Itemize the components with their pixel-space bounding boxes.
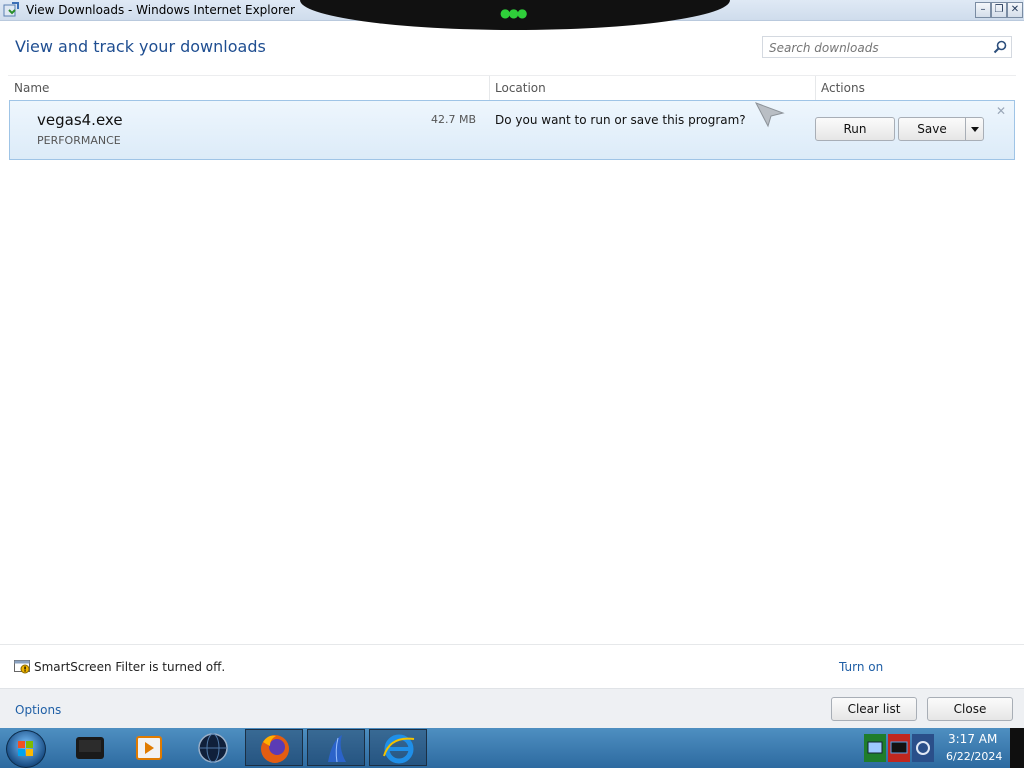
download-filename: vegas4.exe xyxy=(37,111,123,129)
media-center-icon xyxy=(76,737,104,759)
title-decoration: ●●● xyxy=(300,0,730,30)
restore-button[interactable]: ❐ xyxy=(991,2,1007,18)
cursor-arrow-icon xyxy=(755,102,785,128)
footer-bar: Options Clear list Close xyxy=(0,688,1024,729)
feather-app-icon xyxy=(328,735,346,763)
smartscreen-warning-icon xyxy=(14,660,30,674)
downloads-app-icon xyxy=(3,2,19,17)
download-prompt: Do you want to run or save this program? xyxy=(495,113,746,127)
taskbar-item-internet-explorer[interactable] xyxy=(369,729,427,766)
taskbar-item-media-player[interactable] xyxy=(120,729,178,766)
column-name[interactable]: Name xyxy=(14,81,49,95)
dismiss-icon[interactable]: ✕ xyxy=(996,104,1006,118)
start-button[interactable] xyxy=(6,730,46,768)
column-divider[interactable] xyxy=(815,76,816,100)
firefox-icon xyxy=(261,735,289,763)
windows-logo-icon xyxy=(18,741,33,756)
taskbar-item-browser[interactable] xyxy=(184,729,242,766)
taskbar-item-feather-app[interactable] xyxy=(307,729,365,766)
window-title: View Downloads - Windows Internet Explor… xyxy=(26,3,295,17)
media-player-icon xyxy=(136,736,162,760)
column-header-row: Name Location Actions xyxy=(8,75,1016,100)
column-divider[interactable] xyxy=(489,76,490,100)
download-size: 42.7 MB xyxy=(431,113,477,126)
run-button[interactable]: Run xyxy=(815,117,895,141)
options-link[interactable]: Options xyxy=(15,703,61,717)
close-window-button[interactable]: ✕ xyxy=(1007,2,1023,18)
taskbar-item-firefox[interactable] xyxy=(245,729,303,766)
taskbar: 3:17 AM 6/22/2024 xyxy=(0,728,1024,768)
save-options-dropdown[interactable] xyxy=(965,117,984,141)
clock-date[interactable]: 6/22/2024 xyxy=(946,750,1002,763)
column-location[interactable]: Location xyxy=(495,81,546,95)
network-icon[interactable] xyxy=(864,734,886,762)
clear-list-button[interactable]: Clear list xyxy=(831,697,917,721)
volume-icon[interactable] xyxy=(912,734,934,762)
close-button[interactable]: Close xyxy=(927,697,1013,721)
browser-globe-icon xyxy=(198,733,228,763)
column-actions: Actions xyxy=(821,81,865,95)
internet-explorer-icon xyxy=(383,734,415,764)
search-input[interactable] xyxy=(767,40,986,56)
search-box[interactable] xyxy=(762,36,1012,58)
turn-on-link[interactable]: Turn on xyxy=(839,660,883,674)
smartscreen-bar: SmartScreen Filter is turned off. Turn o… xyxy=(0,644,1024,688)
title-bar: View Downloads - Windows Internet Explor… xyxy=(0,0,1024,30)
taskbar-item-media-center[interactable] xyxy=(60,729,118,766)
system-tray: 3:17 AM 6/22/2024 xyxy=(862,728,1024,768)
download-publisher: PERFORMANCE xyxy=(37,134,121,147)
search-icon[interactable] xyxy=(993,40,1007,54)
chevron-down-icon xyxy=(970,127,979,132)
clock-time[interactable]: 3:17 AM xyxy=(948,732,997,746)
minimize-button[interactable]: – xyxy=(975,2,991,18)
download-row[interactable]: vegas4.exe 42.7 MB PERFORMANCE Do you wa… xyxy=(9,100,1015,160)
smartscreen-message: SmartScreen Filter is turned off. xyxy=(34,660,226,674)
show-desktop-button[interactable] xyxy=(1010,728,1024,768)
save-button[interactable]: Save xyxy=(898,117,966,141)
decoration-lights: ●●● xyxy=(500,6,527,20)
page-title: View and track your downloads xyxy=(15,37,266,56)
display-icon[interactable] xyxy=(888,734,910,762)
